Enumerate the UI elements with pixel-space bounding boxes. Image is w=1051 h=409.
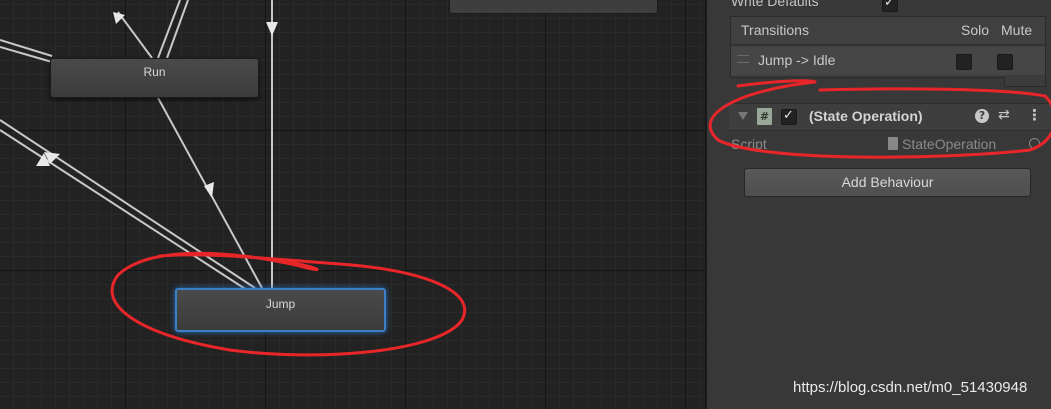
script-value: StateOperation [902,136,997,152]
more-options-icon[interactable]: ⋮ [1027,106,1042,124]
transition-line [0,129,251,293]
foldout-arrow-icon[interactable] [738,112,748,120]
behaviour-enabled-checkbox[interactable] [781,108,797,125]
animator-graph[interactable]: Run Jump [0,0,705,409]
mute-column-label: Mute [1001,22,1033,38]
state-node-jump[interactable]: Jump [175,288,386,332]
watermark: https://blog.csdn.net/m0_51430948 [793,379,1028,396]
transition-item-label: Jump -> Idle [758,52,836,68]
state-node-run[interactable]: Run [50,58,259,98]
solo-checkbox[interactable] [956,54,972,70]
script-label: Script [731,136,767,152]
add-behaviour-button[interactable]: Add Behaviour [744,168,1031,197]
script-asset-icon [888,137,898,150]
state-node-partial[interactable] [449,0,658,14]
write-defaults-checkbox[interactable] [882,0,898,12]
write-defaults-row: Write Defaults [731,0,819,13]
behaviour-header[interactable]: # (State Operation) ? ⇄ ⋮ [729,103,1051,131]
help-icon[interactable]: ? [975,109,989,123]
transitions-list: Transitions Solo Mute Jump -> Idle [730,16,1046,78]
arrow-icon [266,22,278,36]
behaviour-title: (State Operation) [809,108,923,124]
transition-line [117,11,153,59]
object-picker-icon[interactable] [1029,138,1040,149]
transitions-header: Transitions Solo Mute [731,17,1045,45]
script-field-row: Script StateOperation [731,135,1051,155]
inspector-panel: Write Defaults Transitions Solo Mute Jum… [707,0,1051,409]
mute-checkbox[interactable] [997,54,1013,70]
state-node-label: Jump [265,297,296,311]
transitions-title: Transitions [741,22,809,38]
state-node-label: Run [143,65,166,79]
write-defaults-label: Write Defaults [731,0,819,9]
solo-column-label: Solo [961,22,990,38]
script-object-field[interactable]: StateOperation [888,135,1048,155]
list-footer [1004,76,1046,87]
script-icon: # [757,108,772,125]
presets-icon[interactable]: ⇄ [998,107,1010,123]
transition-item[interactable]: Jump -> Idle [731,47,1045,75]
drag-handle-icon[interactable] [737,55,749,63]
